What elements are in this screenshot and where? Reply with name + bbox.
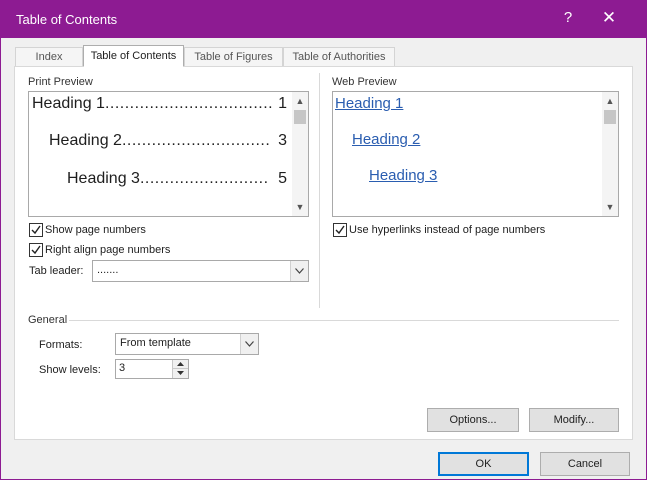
show-levels-stepper[interactable]: 3 — [115, 359, 189, 379]
checkmark-icon — [31, 245, 41, 255]
scroll-thumb[interactable] — [604, 110, 616, 124]
web-link-heading-2[interactable]: Heading 2 — [352, 131, 420, 148]
scroll-thumb[interactable] — [294, 110, 306, 124]
chevron-down-icon[interactable] — [290, 261, 308, 281]
cancel-button[interactable]: Cancel — [540, 452, 630, 476]
stepper-buttons — [172, 360, 188, 378]
web-link-heading-1[interactable]: Heading 1 — [335, 95, 403, 112]
dialog-window: Table of Contents ? ✕ Index Table of Con… — [0, 0, 647, 480]
print-entry-leader: .............................. — [121, 132, 271, 149]
show-page-numbers-checkbox[interactable] — [29, 223, 43, 237]
scroll-down-icon[interactable]: ▼ — [292, 200, 308, 214]
tab-leader-label: Tab leader: — [29, 265, 84, 277]
stepper-up-icon[interactable] — [173, 360, 188, 369]
show-page-numbers-label[interactable]: Show page numbers — [45, 224, 146, 236]
print-entry-page: 3 — [278, 132, 287, 149]
print-entry-heading-3: Heading 3.......................... 5 — [67, 170, 287, 188]
help-button[interactable]: ? — [559, 9, 577, 29]
tab-index[interactable]: Index — [15, 47, 83, 66]
right-align-checkbox[interactable] — [29, 243, 43, 257]
general-separator — [69, 320, 619, 321]
formats-value: From template — [120, 337, 191, 349]
scroll-down-icon[interactable]: ▼ — [602, 200, 618, 214]
print-entry-text: Heading 2 — [49, 132, 122, 149]
close-button[interactable]: ✕ — [597, 8, 621, 30]
web-preview-scrollbar[interactable]: ▲ ▼ — [602, 92, 618, 216]
scroll-up-icon[interactable]: ▲ — [602, 94, 618, 108]
general-group-label: General — [28, 314, 68, 326]
stepper-down-icon[interactable] — [173, 369, 188, 378]
print-preview-scrollbar[interactable]: ▲ ▼ — [292, 92, 308, 216]
web-link-heading-3[interactable]: Heading 3 — [369, 167, 437, 184]
title-bar: Table of Contents ? ✕ — [1, 1, 646, 38]
web-preview-label: Web Preview — [332, 76, 397, 88]
chevron-down-icon[interactable] — [240, 334, 258, 354]
use-hyperlinks-label[interactable]: Use hyperlinks instead of page numbers — [349, 224, 545, 236]
tab-table-of-authorities[interactable]: Table of Authorities — [283, 47, 395, 66]
formats-label: Formats: — [39, 339, 83, 351]
checkmark-icon — [335, 225, 345, 235]
print-entry-text: Heading 3 — [67, 170, 140, 187]
print-entry-heading-2: Heading 2.............................. … — [49, 132, 287, 150]
modify-button[interactable]: Modify... — [529, 408, 619, 432]
checkmark-icon — [31, 225, 41, 235]
print-entry-leader: .......................... — [139, 170, 269, 187]
print-entry-leader: .................................. — [104, 95, 274, 112]
column-divider — [319, 73, 320, 308]
tab-table-of-contents[interactable]: Table of Contents — [83, 45, 184, 67]
print-entry-text: Heading 1 — [32, 95, 105, 112]
print-preview-label: Print Preview — [28, 76, 93, 88]
ok-button[interactable]: OK — [438, 452, 529, 476]
use-hyperlinks-checkbox[interactable] — [333, 223, 347, 237]
tab-table-of-figures[interactable]: Table of Figures — [184, 47, 283, 66]
show-levels-value[interactable]: 3 — [119, 362, 125, 374]
dialog-title: Table of Contents — [16, 12, 118, 27]
options-button[interactable]: Options... — [427, 408, 519, 432]
print-preview-box: Heading 1...............................… — [28, 91, 309, 217]
print-entry-heading-1: Heading 1...............................… — [32, 95, 287, 113]
tab-leader-value: ....... — [97, 264, 119, 276]
scroll-up-icon[interactable]: ▲ — [292, 94, 308, 108]
right-align-label[interactable]: Right align page numbers — [45, 244, 170, 256]
web-preview-box: Heading 1 Heading 2 Heading 3 ▲ ▼ — [332, 91, 619, 217]
formats-dropdown[interactable]: From template — [115, 333, 259, 355]
print-entry-page: 1 — [278, 95, 287, 112]
tab-leader-dropdown[interactable]: ....... — [92, 260, 309, 282]
show-levels-label: Show levels: — [39, 364, 101, 376]
print-entry-page: 5 — [278, 170, 287, 187]
